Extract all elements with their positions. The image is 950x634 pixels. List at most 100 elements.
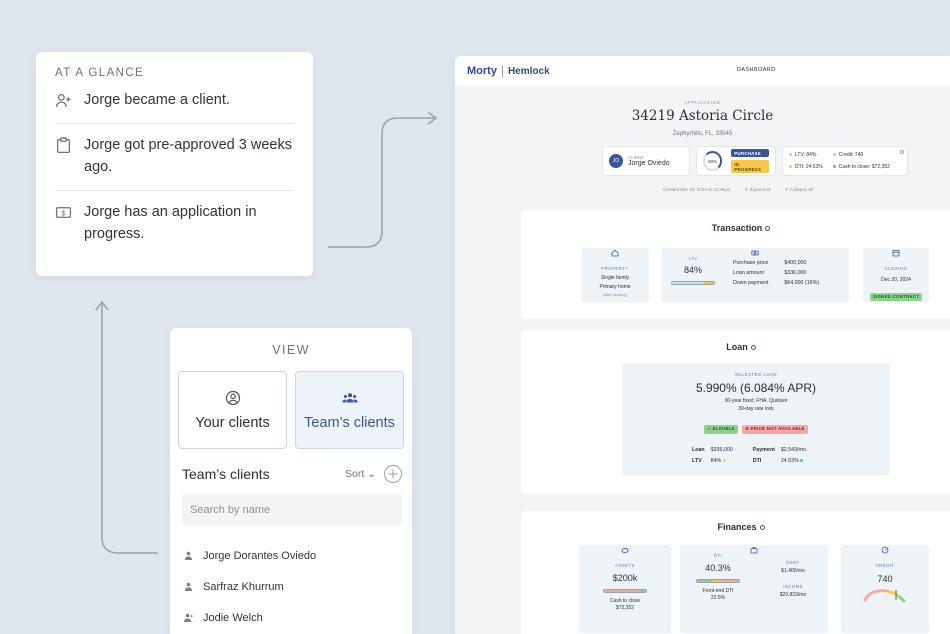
collapse-all-label: Collapse all bbox=[789, 187, 813, 192]
collapse-all-button[interactable]: ⇕ Collapse all bbox=[785, 187, 813, 193]
brand-logo[interactable]: Morty bbox=[467, 65, 497, 77]
progress-ring: 90% bbox=[703, 151, 723, 171]
teams-clients-label: Team’s clients bbox=[304, 414, 395, 431]
sort-label: Sort bbox=[345, 468, 365, 480]
calendar-icon bbox=[892, 250, 900, 257]
gauge-segment bbox=[722, 580, 739, 582]
transaction-section: Transaction PROPERTY Single family Prima… bbox=[521, 211, 950, 319]
briefcase-icon bbox=[750, 547, 758, 554]
avatar: JO bbox=[609, 154, 623, 168]
dti-label: DTI bbox=[713, 553, 723, 558]
dti-metric: DTI: 24.53% bbox=[789, 164, 823, 170]
ltv-details: Purchase price $400,000 Loan amount $336,0… bbox=[733, 260, 819, 286]
transaction-title: Transaction bbox=[711, 223, 763, 233]
status-chip: 90% PURCHASE IN PROGRESS bbox=[696, 146, 776, 176]
assets-tile: ASSETS $200k Cash to close $72,352 bbox=[579, 545, 671, 633]
status-dot bbox=[832, 165, 836, 169]
property-tile: PROPERTY Single family Primary home (aft… bbox=[581, 248, 649, 302]
cash-to-close-value: $72,352 bbox=[615, 605, 635, 611]
cash-metric: Cash to close: $72,352 bbox=[832, 164, 890, 170]
section-title[interactable]: Loan bbox=[521, 342, 950, 352]
view-panel: VIEW Your clients Team’s clients Team’s … bbox=[170, 328, 412, 634]
loan-rate: 5.990% (6.084% APR) bbox=[695, 381, 817, 395]
dti-value-text: 24.53% bbox=[780, 458, 799, 464]
closing-date: Dec 20, 2024 bbox=[881, 277, 911, 283]
ltv-label: LTV bbox=[688, 256, 698, 261]
gauge-safe-segment bbox=[672, 282, 704, 284]
status-dot bbox=[722, 459, 726, 463]
info-icon[interactable] bbox=[900, 150, 904, 154]
client-name: Jodie Welch bbox=[203, 611, 263, 624]
view-heading: VIEW bbox=[272, 343, 310, 357]
credit-score-arc bbox=[863, 589, 906, 603]
loan-description: 30-year fixed, FHA, Quicken bbox=[724, 398, 788, 404]
signed-contract-badge: SIGNED CONTRACT bbox=[869, 292, 923, 301]
credit-tile: CREDIT 740 bbox=[841, 545, 929, 633]
money-icon bbox=[751, 250, 759, 256]
nav-dashboard-link[interactable]: DASHBOARD bbox=[737, 67, 775, 73]
partner-logo: Hemlock bbox=[507, 65, 550, 77]
dollar-doc-icon: $ bbox=[55, 207, 72, 218]
person-add-icon bbox=[55, 93, 71, 107]
loan-label: Loan bbox=[692, 447, 705, 453]
status-dot bbox=[789, 165, 792, 169]
search-input[interactable] bbox=[182, 493, 402, 526]
selected-loan-card[interactable]: SELECTED LOAN 5.990% (6.084% APR) 30-yea… bbox=[622, 363, 890, 475]
at-a-glance-card: AT A GLANCE Jorge became a client. Jorge… bbox=[36, 52, 313, 276]
person-icon bbox=[184, 551, 193, 560]
eligible-badge: ✓ ELIGIBLE bbox=[704, 424, 738, 434]
status-badge: IN PROGRESS bbox=[731, 160, 769, 173]
dti-value: 24.53% bbox=[781, 458, 808, 464]
status-dot bbox=[800, 459, 804, 463]
top-bar: Morty Hemlock DASHBOARD bbox=[455, 56, 950, 86]
loan-value: $336,000 bbox=[710, 447, 733, 453]
client-list-item[interactable]: Jodie Welch bbox=[184, 602, 412, 633]
income-label: INCOME bbox=[782, 584, 804, 589]
payment-value: $2,543/mo. bbox=[780, 447, 808, 453]
your-clients-button[interactable]: Your clients bbox=[178, 371, 287, 449]
expand-all-button[interactable]: ⇕ Expand all bbox=[745, 187, 771, 193]
clipboard-icon bbox=[57, 137, 70, 154]
client-list-title: Team’s clients bbox=[182, 466, 270, 482]
gauge-segment bbox=[639, 590, 646, 592]
dashboard-window: Morty Hemlock DASHBOARD APPLICATION 3421… bbox=[455, 56, 950, 634]
check-circle-icon bbox=[750, 345, 756, 351]
section-title[interactable]: Finances bbox=[521, 522, 950, 532]
client-chip[interactable]: JO CLIENT Jorge Oviedo bbox=[602, 146, 690, 176]
credit-label: CREDIT bbox=[875, 563, 895, 568]
your-clients-label: Your clients bbox=[195, 414, 270, 431]
teams-clients-button[interactable]: Team’s clients bbox=[295, 371, 404, 449]
application-header: APPLICATION 34219 Astoria Circle Zephyrh… bbox=[455, 100, 950, 137]
glance-item-text: Jorge got pre-approved 3 weeks ago. bbox=[84, 137, 292, 175]
income-value: $20,833/mo bbox=[779, 592, 807, 598]
created-timestamp: Created Mar 18, 2024 at 12:39pm bbox=[663, 187, 731, 192]
ltv-label: LTV bbox=[692, 458, 702, 464]
glance-item: Jorge became a client. bbox=[55, 79, 294, 123]
property-use: Primary home bbox=[599, 284, 631, 290]
home-icon bbox=[611, 249, 619, 257]
dti-gauge bbox=[696, 579, 740, 583]
piggy-bank-icon bbox=[621, 547, 629, 554]
section-title[interactable]: Transaction bbox=[521, 223, 950, 233]
ltv-metric: LTV: 84% bbox=[789, 152, 823, 158]
price-unavailable-badge: ⊘ PRICE NOT AVAILABLE bbox=[742, 424, 808, 434]
gauge-segment bbox=[697, 580, 712, 582]
sort-dropdown[interactable]: Sort ⌄ bbox=[345, 468, 376, 480]
add-client-button[interactable] bbox=[384, 465, 402, 483]
dti-tile: DTI 40.3% Front-end DTI 22.5% DEBT $1,40… bbox=[680, 545, 828, 633]
down-payment-value: $64,000 (16%) bbox=[784, 280, 820, 286]
credit-gauge-icon bbox=[881, 546, 889, 554]
person-icon bbox=[184, 582, 193, 591]
cash-metric-text: Cash to close: $72,352 bbox=[838, 164, 890, 170]
assets-value: $200k bbox=[612, 573, 638, 583]
gauge-segment bbox=[604, 590, 640, 592]
debt-label: DEBT bbox=[786, 560, 800, 565]
client-list-item[interactable]: Sarfraz Khurrum bbox=[184, 571, 412, 602]
ltv-value: 84% bbox=[711, 458, 747, 464]
view-toggle: Your clients Team’s clients bbox=[178, 371, 404, 449]
person-add-icon bbox=[184, 613, 193, 622]
client-list: Jorge Dorantes Oviedo Sarfraz Khurrum Jo… bbox=[184, 540, 412, 633]
front-end-dti-label: Front-end DTI bbox=[702, 588, 734, 594]
ltv-value: 84% bbox=[683, 265, 702, 275]
client-list-item[interactable]: Jorge Dorantes Oviedo bbox=[184, 540, 412, 571]
